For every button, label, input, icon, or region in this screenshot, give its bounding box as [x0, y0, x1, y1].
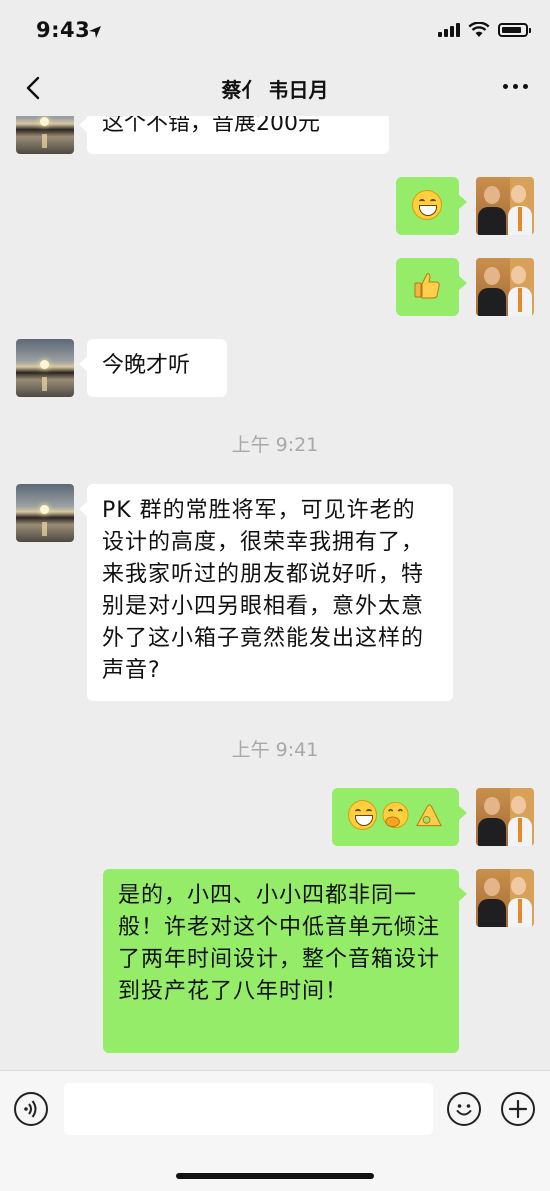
message-bubble-outgoing[interactable]	[396, 177, 467, 235]
grinning-emoji-icon	[412, 190, 442, 220]
voice-input-button[interactable]	[14, 1092, 48, 1126]
chat-title: 蔡亻 韦日月	[221, 78, 329, 102]
contact-avatar[interactable]	[16, 339, 74, 397]
smiley-icon	[456, 1104, 472, 1116]
voice-icon	[24, 1100, 37, 1118]
message-timestamp: 上午 9:21	[231, 434, 319, 456]
contact-avatar[interactable]	[16, 484, 74, 542]
battery-icon	[498, 23, 531, 37]
contact-avatar[interactable]	[16, 116, 74, 154]
cellular-signal-icon	[438, 23, 460, 37]
emoji-button[interactable]	[447, 1092, 481, 1126]
message-list[interactable]: 这个不错，音展200元 今晚才听 上午 9:21 PK 群的常胜将军，可见许老的…	[0, 116, 550, 1070]
status-time: 9:43	[36, 18, 91, 42]
chat-header: 蔡亻 韦日月	[0, 62, 550, 116]
plus-icon	[508, 1099, 528, 1119]
status-bar: 9:43	[0, 0, 550, 62]
my-avatar[interactable]	[476, 258, 534, 316]
ok-hand-emoji-icon	[416, 804, 442, 827]
message-timestamp: 上午 9:41	[231, 739, 319, 761]
my-avatar[interactable]	[476, 788, 534, 846]
grinning-emoji-icon	[348, 800, 378, 830]
message-bubble-outgoing[interactable]	[396, 258, 467, 316]
message-bubble-incoming[interactable]: 这个不错，音展200元	[79, 116, 389, 154]
message-bubble-outgoing[interactable]: 是的，小四、小小四都非同一般！许老对这个中低音单元倾注了两年时间设计，整个音箱设…	[103, 869, 467, 1053]
more-functions-button[interactable]	[501, 1092, 535, 1126]
message-bubble-incoming[interactable]: PK 群的常胜将军，可见许老的设计的高度，很荣幸我拥有了，来我家听过的朋友都说好…	[79, 484, 453, 701]
home-indicator	[176, 1173, 374, 1179]
input-bar	[0, 1070, 550, 1191]
thumbs-up-emoji-icon	[414, 273, 440, 299]
my-avatar[interactable]	[476, 869, 534, 927]
wifi-icon	[468, 22, 490, 37]
my-avatar[interactable]	[476, 177, 534, 235]
hand-over-mouth-emoji-icon	[382, 801, 409, 829]
location-arrow-icon	[89, 26, 101, 38]
message-input[interactable]	[64, 1083, 433, 1135]
message-bubble-incoming[interactable]: 今晚才听	[79, 339, 227, 397]
message-bubble-outgoing[interactable]	[332, 788, 467, 846]
more-options-icon[interactable]	[503, 84, 528, 89]
